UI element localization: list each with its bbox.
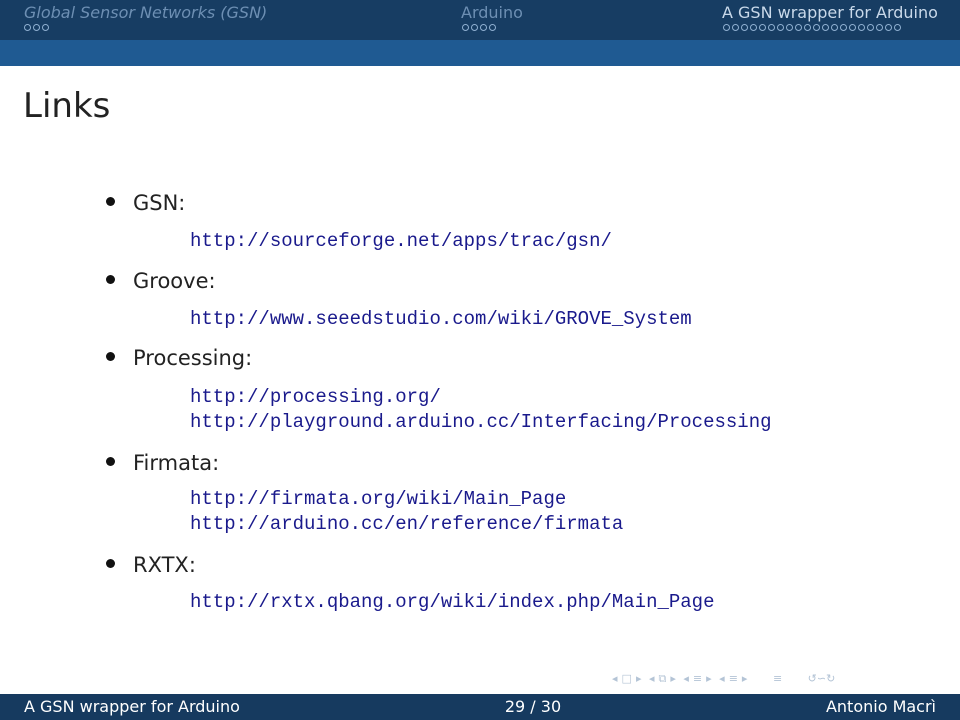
nav-section-prev-icon[interactable]: ◂ (683, 672, 689, 685)
slide-dot[interactable] (885, 24, 892, 31)
slide-dots (24, 24, 51, 34)
nav-section-arduino[interactable]: Arduino (320, 0, 640, 40)
slide-dot[interactable] (33, 24, 40, 31)
slide-dot[interactable] (462, 24, 469, 31)
nav-section-wrapper[interactable]: A GSN wrapper for Arduino (640, 0, 960, 40)
bullet-icon (106, 197, 115, 206)
bullet-icon (106, 457, 115, 466)
nav-search-back-forward-icon[interactable]: ↺∽↻ (808, 672, 836, 685)
slide-dot[interactable] (894, 24, 901, 31)
nav-subsection-prev-icon[interactable]: ◂ (649, 672, 655, 685)
nav-frame-prev-icon[interactable]: ◂ (612, 672, 618, 685)
nav-frame-icon[interactable]: □ (622, 672, 632, 685)
bullet-icon (106, 275, 115, 284)
slide-dot[interactable] (858, 24, 865, 31)
nav-doc-next-icon[interactable]: ▸ (742, 672, 748, 685)
footer-author: Antonio Macrì (825, 697, 936, 716)
slide-dot[interactable] (867, 24, 874, 31)
nav-subsection-next-icon[interactable]: ▸ (670, 672, 676, 685)
slide-dot[interactable] (840, 24, 847, 31)
slide-dot[interactable] (723, 24, 730, 31)
slide-dot[interactable] (42, 24, 49, 31)
nav-section-title[interactable]: A GSN wrapper for Arduino (722, 3, 938, 23)
item-label: Processing: (133, 346, 253, 370)
slide-dot[interactable] (741, 24, 748, 31)
slide-dot[interactable] (24, 24, 31, 31)
slide-dots (723, 24, 903, 34)
item-label: Firmata: (133, 451, 220, 475)
slide-dots (462, 24, 498, 34)
slide-dot[interactable] (750, 24, 757, 31)
link-url[interactable]: http://arduino.cc/en/reference/firmata (190, 512, 623, 536)
link-url[interactable]: http://firmata.org/wiki/Main_Page (190, 487, 566, 511)
nav-frame-next-icon[interactable]: ▸ (636, 672, 642, 685)
slide-dot[interactable] (732, 24, 739, 31)
slide-dot[interactable] (813, 24, 820, 31)
header-subbar (0, 40, 960, 66)
slide-dot[interactable] (777, 24, 784, 31)
slide-dot[interactable] (768, 24, 775, 31)
nav-section-next-icon[interactable]: ▸ (706, 672, 712, 685)
nav-section-gsn[interactable]: Global Sensor Networks (GSN) (0, 0, 320, 40)
slide-dot[interactable] (489, 24, 496, 31)
item-label: GSN: (133, 191, 186, 215)
slide-dot[interactable] (795, 24, 802, 31)
slide-dot[interactable] (471, 24, 478, 31)
link-url[interactable]: http://www.seeedstudio.com/wiki/GROVE_Sy… (190, 307, 692, 331)
nav-section-icon[interactable]: ≡ (693, 672, 702, 685)
nav-doc-prev-icon[interactable]: ◂ (719, 672, 725, 685)
beamer-navigation-symbols: ◂ □ ▸ ◂ ⧉ ▸ ◂ ≡ ▸ ◂ ≡ ▸ ≡ ↺∽↻ (612, 672, 839, 688)
nav-subsection-icon[interactable]: ⧉ (659, 672, 667, 686)
slide-dot[interactable] (804, 24, 811, 31)
nav-section-title[interactable]: Arduino (461, 3, 523, 23)
slide-dot[interactable] (876, 24, 883, 31)
link-url[interactable]: http://playground.arduino.cc/Interfacing… (190, 410, 772, 434)
slide-dot[interactable] (831, 24, 838, 31)
nav-section-title[interactable]: Global Sensor Networks (GSN) (24, 3, 267, 23)
frame-title: Links (23, 86, 111, 126)
section-navigation-bar: Global Sensor Networks (GSN) Arduino A G… (0, 0, 960, 40)
footer-bar: A GSN wrapper for Arduino 29 / 30 Antoni… (0, 694, 960, 720)
slide-dot[interactable] (849, 24, 856, 31)
nav-align-icon[interactable]: ≡ (773, 672, 782, 685)
slide-dot[interactable] (480, 24, 487, 31)
nav-doc-icon[interactable]: ≡ (729, 672, 738, 685)
item-label: Groove: (133, 269, 216, 293)
bullet-icon (106, 352, 115, 361)
slide-dot[interactable] (822, 24, 829, 31)
slide-dot[interactable] (759, 24, 766, 31)
bullet-icon (106, 559, 115, 568)
link-url[interactable]: http://processing.org/ (190, 385, 441, 409)
link-url[interactable]: http://sourceforge.net/apps/trac/gsn/ (190, 229, 612, 253)
link-url[interactable]: http://rxtx.qbang.org/wiki/index.php/Mai… (190, 590, 715, 614)
page-number: 29 / 30 (504, 697, 562, 716)
slide-dot[interactable] (786, 24, 793, 31)
item-label: RXTX: (133, 553, 196, 577)
